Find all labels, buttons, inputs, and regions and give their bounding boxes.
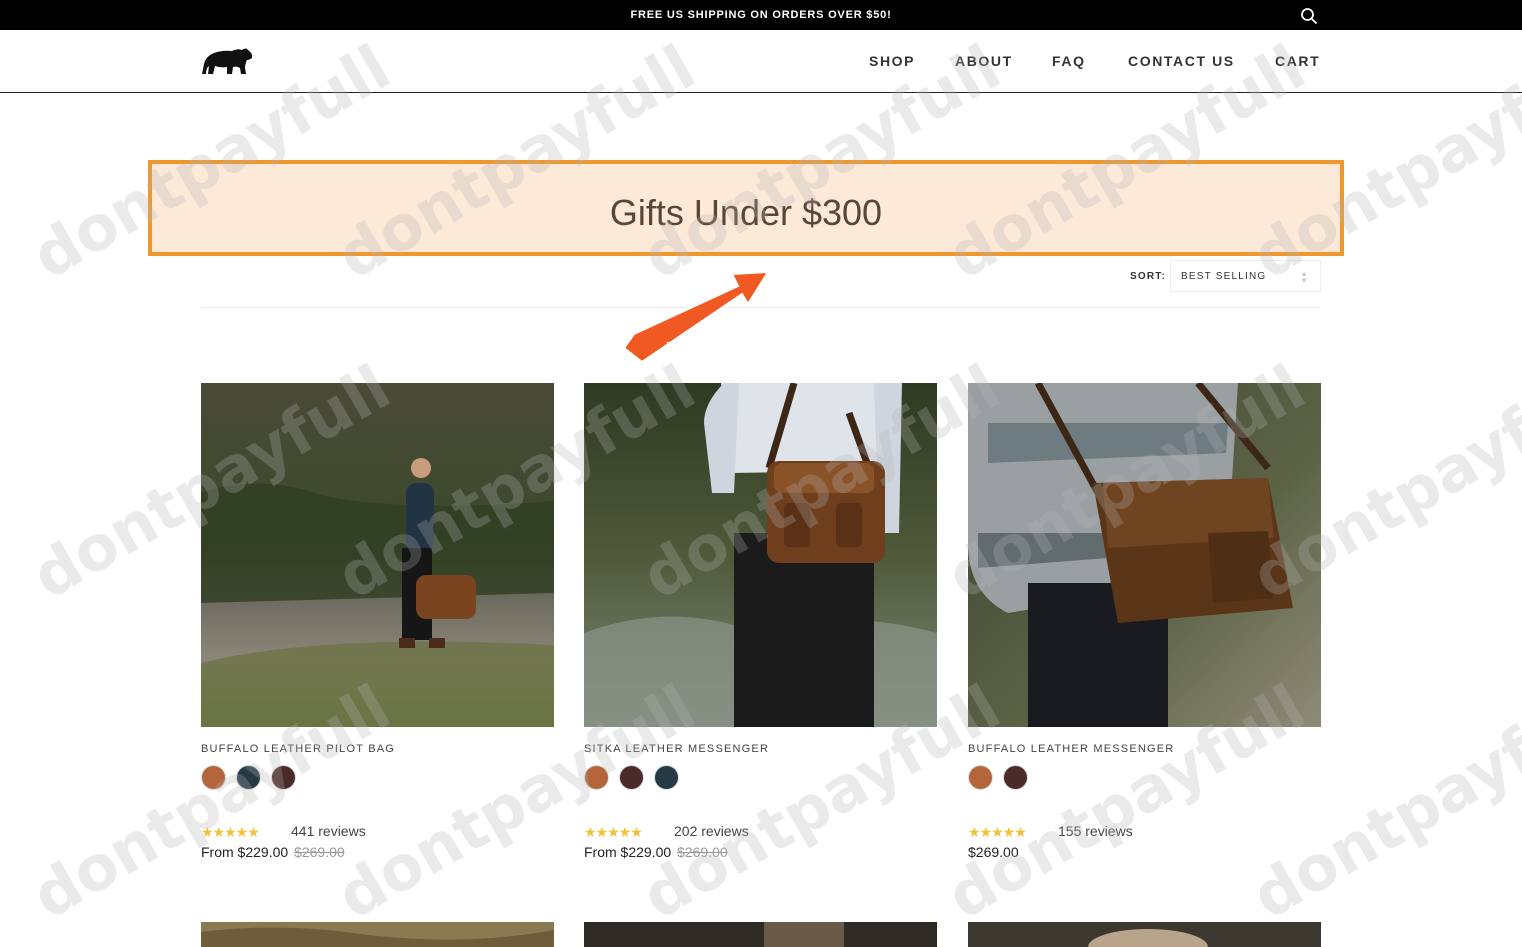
nav-shop[interactable]: SHOP (869, 53, 915, 69)
color-swatch[interactable] (619, 765, 644, 790)
color-swatch[interactable] (236, 765, 261, 790)
collection-banner: Gifts Under $300 (148, 160, 1344, 256)
star-rating-icon: ★★★★★ (584, 824, 643, 840)
price: $269.00 (968, 844, 1019, 860)
announcement-bar: FREE US SHIPPING ON ORDERS OVER $50! (0, 0, 1522, 30)
nav-cart[interactable]: CART (1275, 53, 1320, 69)
sort-label: SORT: (1130, 271, 1166, 282)
product-image[interactable] (584, 922, 937, 947)
product-image[interactable] (968, 383, 1321, 727)
nav-faq[interactable]: FAQ (1052, 53, 1086, 69)
site-header: SHOP ABOUT FAQ CONTACT US CART (0, 30, 1522, 93)
product-image[interactable] (201, 383, 554, 727)
nav-about[interactable]: ABOUT (955, 53, 1013, 69)
review-count[interactable]: 202 reviews (674, 823, 749, 839)
color-swatch[interactable] (968, 765, 993, 790)
price: From $229.00 $269.00 (201, 844, 345, 860)
sale-price: $269.00 (968, 844, 1019, 860)
color-swatch[interactable] (1003, 765, 1028, 790)
product-image[interactable] (968, 922, 1321, 947)
price: From $229.00 $269.00 (584, 844, 728, 860)
product-image[interactable] (201, 922, 554, 947)
sort-value: BEST SELLING (1181, 271, 1267, 282)
select-arrows-icon: ▲ ▼ (1300, 269, 1308, 285)
product-title[interactable]: BUFFALO LEATHER PILOT BAG (201, 743, 395, 755)
sale-price: From $229.00 (201, 844, 289, 860)
color-swatch[interactable] (201, 765, 226, 790)
product-title[interactable]: SITKA LEATHER MESSENGER (584, 743, 769, 755)
sale-price: From $229.00 (584, 844, 672, 860)
review-count[interactable]: 441 reviews (291, 823, 366, 839)
review-count[interactable]: 155 reviews (1058, 823, 1133, 839)
compare-price: $269.00 (677, 844, 728, 860)
compare-price: $269.00 (294, 844, 345, 860)
star-rating-icon: ★★★★★ (201, 824, 260, 840)
search-icon[interactable] (1300, 7, 1318, 25)
product-title[interactable]: BUFFALO LEATHER MESSENGER (968, 743, 1174, 755)
shipping-promo: FREE US SHIPPING ON ORDERS OVER $50! (630, 9, 892, 21)
nav-contact-us[interactable]: CONTACT US (1128, 53, 1235, 69)
sort-select[interactable]: BEST SELLING ▲ ▼ (1170, 260, 1321, 292)
product-image[interactable] (584, 383, 937, 727)
color-swatch[interactable] (271, 765, 296, 790)
star-rating-icon: ★★★★★ (968, 824, 1027, 840)
color-swatch[interactable] (584, 765, 609, 790)
bear-logo-icon[interactable] (200, 44, 254, 78)
color-swatch[interactable] (654, 765, 679, 790)
dontpayfull-arrow-badge: dontpayfull (622, 270, 770, 364)
collection-title: Gifts Under $300 (609, 192, 883, 233)
